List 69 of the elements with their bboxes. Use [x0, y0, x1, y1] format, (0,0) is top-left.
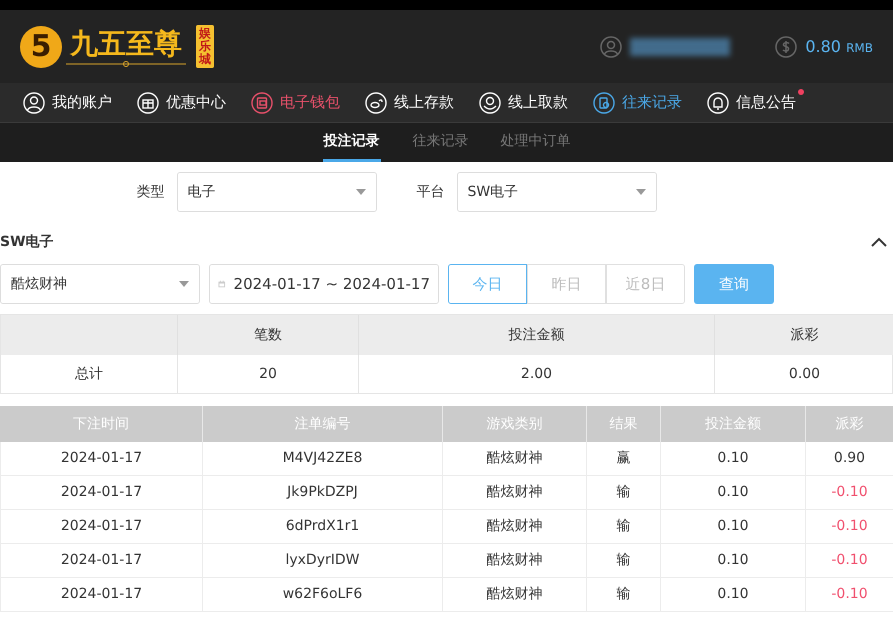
table-cell: M4VJ42ZE8 [203, 442, 443, 476]
nav-link[interactable]: 信息公告 [736, 91, 796, 114]
subtab[interactable]: 投注记录 [322, 131, 380, 162]
table-cell-text: 0.00 [788, 364, 822, 384]
table-cell: 输 [587, 476, 661, 510]
nav-link[interactable]: 往来记录 [622, 91, 682, 114]
wallet-icon [250, 90, 274, 114]
table-cell: 2024-01-17 [0, 476, 203, 510]
nav-link[interactable]: 电子钱包 [280, 91, 340, 114]
section-title: SW电子 [0, 232, 54, 252]
table-cell: 2.00 [359, 355, 715, 393]
user-icon [22, 90, 46, 114]
table-cell: 酷炫财神 [443, 476, 587, 510]
column-header: 投注金额 [359, 315, 715, 355]
table-cell: 输 [587, 510, 661, 544]
subtab[interactable]: 处理中订单 [500, 131, 570, 162]
balance-amount: 0.80 RMB [805, 36, 873, 58]
table-cell: 2024-01-17 [0, 442, 203, 476]
caret-icon [179, 281, 189, 287]
table-cell: 0.10 [661, 476, 806, 510]
nav-link[interactable]: 线上取款 [508, 91, 568, 114]
game-select[interactable]: 酷炫财神 [0, 264, 200, 304]
table-cell: 输 [587, 578, 661, 612]
table-cell: -0.10 [806, 510, 893, 544]
date-range-field[interactable]: 2024-01-17 ~ 2024-01-17 [209, 264, 439, 304]
table-cell: 2024-01-17 [0, 578, 203, 612]
nav-link[interactable]: 优惠中心 [166, 91, 226, 114]
table-cell: 酷炫财神 [443, 442, 587, 476]
logo-text: 九五至尊 [70, 26, 182, 60]
column-header: 派彩 [715, 315, 893, 355]
table-cell: -0.10 [806, 476, 893, 510]
table-cell: Jk9PkDZPJ [203, 476, 443, 510]
caret-icon [356, 189, 366, 195]
dollar-icon [775, 36, 798, 58]
logo-badge: 娱乐城 [196, 24, 214, 68]
filter-select[interactable]: SW电子 [456, 172, 656, 212]
logo-mark: 5 [20, 26, 62, 68]
table-cell: 酷炫财神 [443, 510, 587, 544]
nav-link[interactable]: 线上存款 [394, 91, 454, 114]
filter-label: 平台 [416, 182, 444, 202]
table-cell: 赢 [587, 442, 661, 476]
table-cell: 0.90 [806, 442, 893, 476]
collapse-chevron-icon[interactable] [871, 237, 887, 247]
caret-icon [636, 189, 646, 195]
table-cell: 6dPrdX1r1 [203, 510, 443, 544]
column-header: 笔数 [178, 315, 359, 355]
filter-select[interactable]: 电子 [176, 172, 376, 212]
user-icon [600, 36, 622, 58]
table-cell: -0.10 [806, 544, 893, 578]
gift-icon [136, 90, 160, 114]
row-label: 总计 [1, 355, 178, 393]
subtab[interactable]: 往来记录 [412, 131, 468, 162]
filter-label: 类型 [136, 182, 164, 202]
bell-icon [706, 90, 730, 114]
record-icon [592, 90, 616, 114]
table-cell: lyxDyrIDW [203, 544, 443, 578]
table-cell: 20 [178, 355, 359, 393]
table-cell: 酷炫财神 [443, 544, 587, 578]
table-cell: 酷炫财神 [443, 578, 587, 612]
table-cell: -0.10 [806, 578, 893, 612]
table-cell: 0.10 [661, 442, 806, 476]
nav-link[interactable]: 我的账户 [52, 91, 112, 114]
table-cell: 2024-01-17 [0, 544, 203, 578]
table-cell: 0.10 [661, 510, 806, 544]
table-cell: 输 [587, 544, 661, 578]
table-cell: w62F6oLF6 [203, 578, 443, 612]
table-cell: 2024-01-17 [0, 510, 203, 544]
table-cell: 0.10 [661, 578, 806, 612]
table-cell: 0.10 [661, 544, 806, 578]
